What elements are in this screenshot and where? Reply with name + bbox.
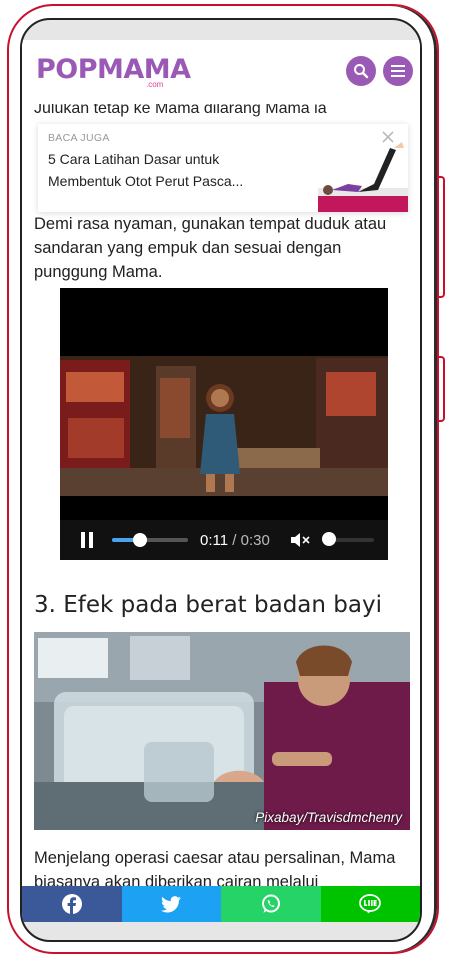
article-paragraph: Demi rasa nyaman, gunakan tempat duduk a… <box>34 215 387 281</box>
volume-slider-handle[interactable] <box>322 532 336 546</box>
video-player[interactable]: 0:11 / 0:30 <box>60 288 388 560</box>
article-photo: Pixabay/Travisdmchenry <box>34 632 410 830</box>
close-icon[interactable] <box>381 130 395 144</box>
photo-incubator-image <box>34 632 410 830</box>
video-controls: 0:11 / 0:30 <box>60 520 388 560</box>
photo-caption: Pixabay/Travisdmchenry <box>255 810 402 825</box>
whatsapp-icon <box>261 894 280 913</box>
share-line-button[interactable] <box>320 886 420 922</box>
pause-icon[interactable] <box>80 532 94 548</box>
browser-viewport: POPMAMA .com Julukan tetap ke Mama dilar… <box>22 40 420 906</box>
video-duration: 0:30 <box>240 532 270 549</box>
video-time-separator: / <box>228 532 241 549</box>
hamburger-menu-icon <box>391 65 405 77</box>
site-logo[interactable]: POPMAMA <box>36 54 191 85</box>
related-label: BACA JUGA <box>48 132 110 144</box>
video-progress-handle[interactable] <box>132 533 147 547</box>
search-icon <box>354 64 369 79</box>
volume-slider[interactable] <box>322 532 374 546</box>
share-twitter-button[interactable] <box>121 886 221 922</box>
line-icon <box>359 894 382 914</box>
related-title[interactable]: 5 Cara Latihan Dasar untuk Membentuk Oto… <box>48 148 288 192</box>
share-bar <box>22 886 420 922</box>
video-time: 0:11 / 0:30 <box>200 532 270 549</box>
menu-button[interactable] <box>383 56 413 86</box>
video-current-time: 0:11 <box>200 532 229 549</box>
share-facebook-button[interactable] <box>22 886 122 922</box>
video-frame <box>60 288 388 520</box>
site-logo-suffix: .com <box>146 80 164 89</box>
site-header: POPMAMA .com <box>22 40 420 104</box>
search-button[interactable] <box>346 56 376 86</box>
facebook-icon <box>61 894 82 914</box>
twitter-icon <box>161 895 182 912</box>
section-heading: 3. Efek pada berat badan bayi <box>34 592 382 618</box>
video-progress-bar[interactable] <box>112 533 188 547</box>
phone-screen: POPMAMA .com Julukan tetap ke Mama dilar… <box>20 18 422 942</box>
related-article-card[interactable]: BACA JUGA 5 Cara Latihan Dasar untuk Mem… <box>38 124 408 212</box>
volume-muted-icon[interactable] <box>290 532 310 548</box>
related-thumbnail[interactable] <box>318 140 408 212</box>
share-whatsapp-button[interactable] <box>221 886 321 922</box>
